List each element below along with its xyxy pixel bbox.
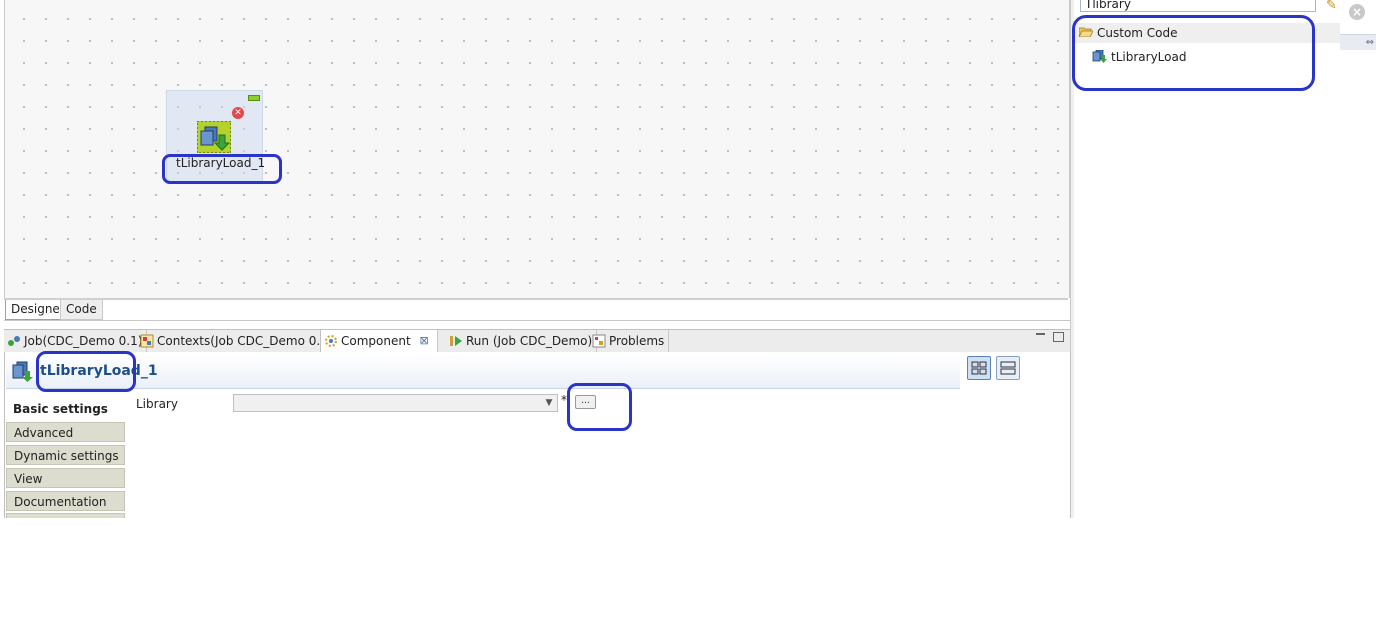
side-tab-basic-settings[interactable]: Basic settings [6,399,125,419]
tab-code[interactable]: Code [60,300,103,320]
component-icon [325,335,337,347]
job-icon [8,336,20,346]
annotation-highlight [36,351,136,392]
tab-job[interactable]: Job(CDC_Demo 0.1) [4,330,148,352]
side-tab-documentation[interactable]: Documentation [6,491,125,511]
tab-job-label: Job(CDC_Demo 0.1) [24,334,143,348]
close-icon[interactable]: × [1349,4,1365,20]
tab-contexts[interactable]: Contexts(Job CDC_Demo 0.1) [137,330,338,352]
library-select[interactable] [233,394,558,412]
annotation-highlight [567,383,632,431]
view-tab-bar: Job(CDC_Demo 0.1) Contexts(Job CDC_Demo … [4,329,1070,353]
horizontal-layout-button[interactable] [967,356,991,380]
component-status-indicator [248,95,260,101]
grid-layout-icon [971,361,987,375]
tab-run-label: Run (Job CDC_Demo) [466,334,593,348]
search-tool-icon[interactable]: ✎ [1326,0,1344,14]
close-tab-icon[interactable]: ⊠ [419,330,428,352]
maximize-icon[interactable] [1053,332,1064,342]
annotation-highlight [1072,15,1315,91]
tab-contexts-label: Contexts(Job CDC_Demo 0.1) [157,334,333,348]
vertical-layout-button[interactable] [996,356,1020,380]
chevron-down-icon[interactable]: ▼ [541,394,557,412]
palette-search-input[interactable]: Tlibrary [1080,0,1316,12]
rows-layout-icon [1000,361,1016,375]
library-load-icon[interactable] [197,121,231,153]
tab-problems-label: Problems [609,334,665,348]
side-tab-dynamic-settings[interactable]: Dynamic settings [6,445,125,465]
contexts-icon [140,334,154,348]
tab-run[interactable]: Run (Job CDC_Demo) [446,330,598,352]
minimize-icon[interactable] [1036,333,1045,336]
run-icon [450,336,462,346]
editor-tab-bar: Designer Code [4,300,1070,321]
side-tab-advanced-settings[interactable]: Advanced settings [6,422,125,460]
library-load-icon [12,361,33,382]
tab-component[interactable]: Component ⊠ [320,330,438,352]
problems-icon [592,334,606,348]
tab-problems[interactable]: Problems [589,330,670,352]
library-label: Library [136,397,178,411]
error-icon: ✕ [232,107,244,119]
designer-canvas[interactable] [4,0,1070,298]
annotation-highlight [162,154,282,184]
tab-component-label: Component [341,334,411,348]
palette-collapse-icon[interactable]: ⇔ [1340,34,1376,50]
side-tab-view[interactable]: View [6,468,125,488]
side-tab-overflow [6,513,125,518]
